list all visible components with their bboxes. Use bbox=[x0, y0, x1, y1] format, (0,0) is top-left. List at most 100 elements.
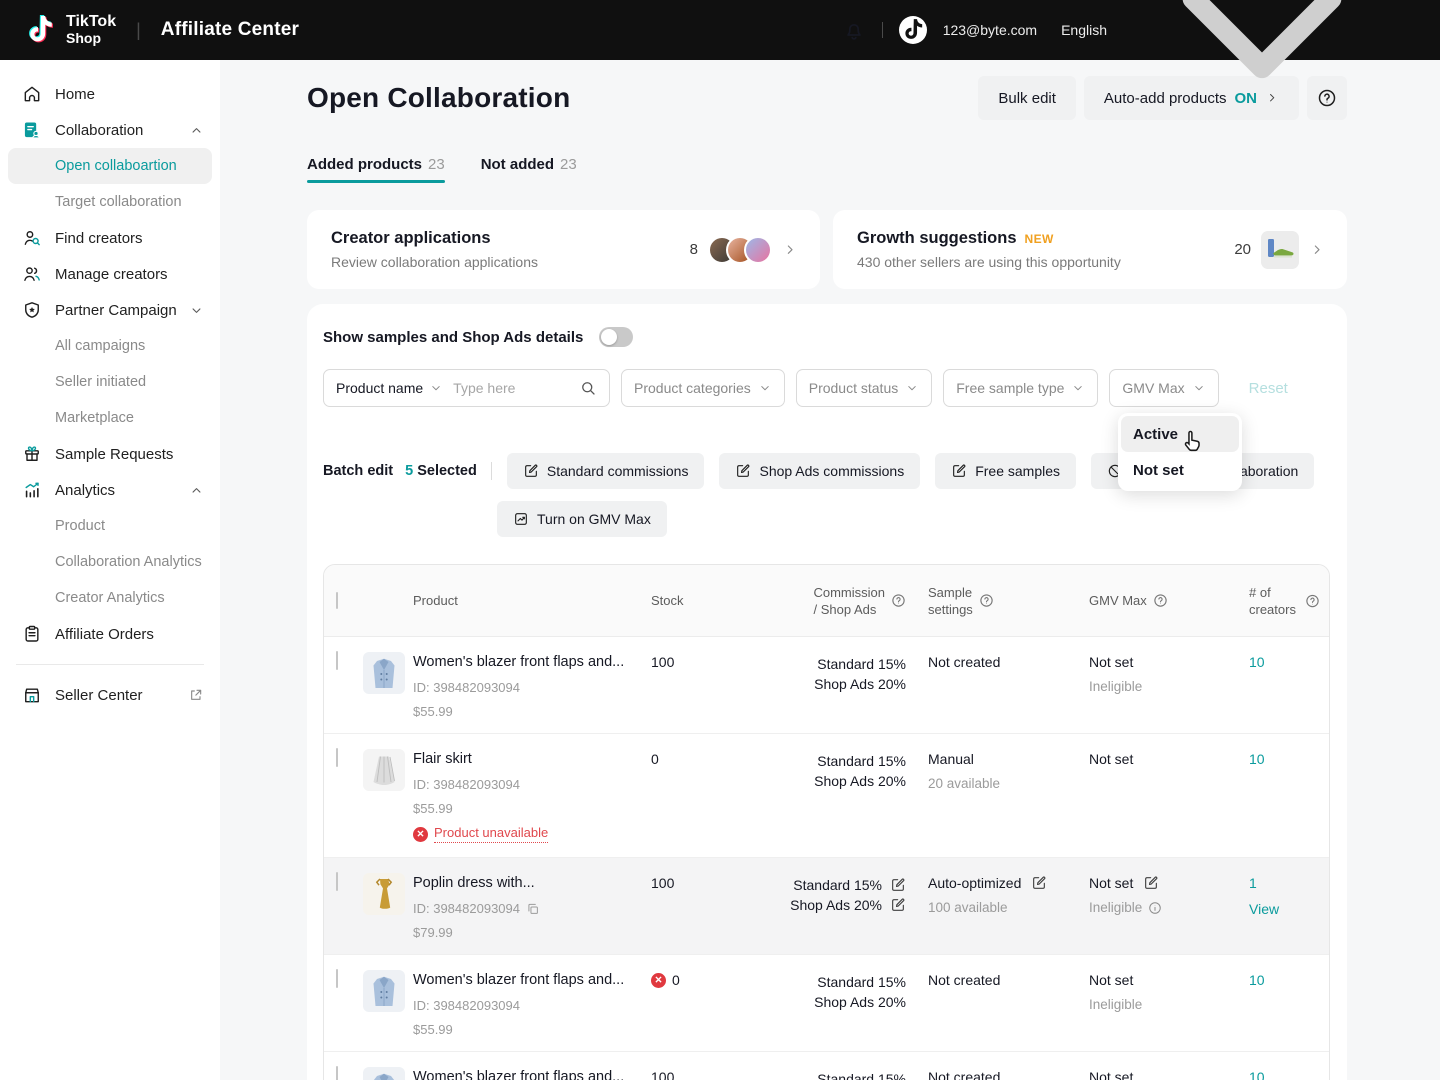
home-icon bbox=[22, 84, 42, 104]
chevron-down-icon bbox=[905, 381, 919, 395]
filter-free-sample-type[interactable]: Free sample type bbox=[943, 369, 1098, 407]
sidebar-item-marketplace[interactable]: Marketplace bbox=[8, 400, 212, 436]
sidebar-item-affiliate-orders[interactable]: Affiliate Orders bbox=[0, 616, 220, 652]
account-email: 123@byte.com bbox=[943, 22, 1037, 38]
sidebar-item-collaboration-analytics[interactable]: Collaboration Analytics bbox=[8, 544, 212, 580]
help-icon[interactable] bbox=[891, 593, 906, 608]
row-checkbox[interactable] bbox=[336, 748, 338, 767]
sidebar-item-manage-creators[interactable]: Manage creators bbox=[0, 256, 220, 292]
creators-count-link[interactable]: 10 bbox=[1249, 972, 1329, 988]
free-samples-button[interactable]: Free samples bbox=[935, 453, 1076, 489]
sidebar-item-seller-center[interactable]: Seller Center bbox=[0, 677, 220, 713]
sidebar-item-partner-campaign[interactable]: Partner Campaign bbox=[0, 292, 220, 328]
edit-icon[interactable] bbox=[890, 897, 906, 913]
error-icon: ✕ bbox=[651, 973, 666, 988]
tab-not-added[interactable]: Not added 23 bbox=[481, 156, 577, 183]
error-icon: ✕ bbox=[413, 827, 428, 842]
col-commission-line2: / Shop Ads bbox=[813, 601, 885, 618]
gmv-sub-text: Ineligible bbox=[1089, 997, 1142, 1012]
help-icon[interactable] bbox=[1153, 593, 1168, 608]
col-sample-line1: Sample bbox=[928, 584, 973, 601]
language-selector[interactable]: English bbox=[1061, 0, 1412, 180]
bell-icon[interactable] bbox=[842, 18, 866, 42]
col-gmv-max: GMV Max bbox=[1089, 592, 1249, 609]
help-icon[interactable] bbox=[1305, 593, 1320, 608]
button-label: Shop Ads commissions bbox=[759, 463, 904, 479]
growth-suggestions-card[interactable]: Growth suggestionsNEW 430 other sellers … bbox=[833, 210, 1347, 289]
search-icon[interactable] bbox=[579, 379, 597, 397]
standard-commissions-button[interactable]: Standard commissions bbox=[507, 453, 705, 489]
sidebar-item-target-collaboration[interactable]: Target collaboration bbox=[8, 184, 212, 220]
stock-cell: 100 bbox=[651, 652, 781, 670]
stock-value: 100 bbox=[651, 654, 674, 670]
creators-count-link[interactable]: 10 bbox=[1249, 1069, 1329, 1080]
row-checkbox[interactable] bbox=[336, 651, 338, 670]
commission-value: Standard 15% bbox=[817, 751, 906, 771]
creators-count-link[interactable]: 1 bbox=[1249, 875, 1329, 891]
commission-cell: Standard 15%Shop Ads 20% bbox=[781, 970, 906, 1012]
commission-cell: Standard 15%Shop Ads 20% bbox=[781, 652, 906, 694]
product-thumbnail bbox=[363, 873, 413, 915]
table-row: Poplin dress with...ID: 398482093094$79.… bbox=[324, 858, 1329, 955]
sidebar-item-collaboration[interactable]: Collaboration bbox=[0, 112, 220, 148]
sidebar-item-home[interactable]: Home bbox=[0, 76, 220, 112]
product-cell: Flair skirtID: 398482093094$55.99✕Produc… bbox=[413, 749, 651, 843]
filter-gmv-max[interactable]: GMV Max bbox=[1109, 369, 1218, 407]
page-title: Open Collaboration bbox=[307, 82, 570, 114]
product-name-select[interactable]: Product name bbox=[336, 380, 423, 396]
sidebar-item-label: Seller Center bbox=[55, 687, 143, 704]
filter-label: GMV Max bbox=[1122, 380, 1184, 396]
unavailable-label[interactable]: Product unavailable bbox=[434, 825, 548, 843]
edit-icon[interactable] bbox=[890, 877, 906, 893]
avatar[interactable] bbox=[899, 16, 927, 44]
gmv-value: Not set bbox=[1089, 751, 1133, 767]
sidebar-item-all-campaigns[interactable]: All campaigns bbox=[8, 328, 212, 364]
stock-value: 100 bbox=[651, 1069, 674, 1080]
row-checkbox[interactable] bbox=[336, 1066, 338, 1080]
creator-applications-card[interactable]: Creator applications Review collaboratio… bbox=[307, 210, 820, 289]
gmv-sub-value: Ineligible bbox=[1089, 679, 1249, 694]
shop-ads-commissions-button[interactable]: Shop Ads commissions bbox=[719, 453, 920, 489]
edit-icon[interactable] bbox=[1031, 875, 1047, 891]
brand-line2: Shop bbox=[66, 31, 116, 46]
tab-added-products[interactable]: Added products23 bbox=[307, 156, 445, 183]
gmv-sub-text: Ineligible bbox=[1089, 679, 1142, 694]
gmv-option-not-set[interactable]: Not set bbox=[1121, 452, 1239, 488]
tab-label: Not added bbox=[481, 156, 554, 173]
sidebar-item-seller-initiated[interactable]: Seller initiated bbox=[8, 364, 212, 400]
edit-icon[interactable] bbox=[1143, 875, 1159, 891]
show-samples-toggle[interactable] bbox=[599, 327, 633, 347]
turn-on-gmv-max-button[interactable]: Turn on GMV Max bbox=[497, 501, 667, 537]
reset-filters-button[interactable]: Reset bbox=[1249, 380, 1288, 397]
select-all-checkbox[interactable] bbox=[336, 592, 338, 609]
chevron-down-icon bbox=[1071, 381, 1085, 395]
filter-product-categories[interactable]: Product categories bbox=[621, 369, 785, 407]
copy-icon[interactable] bbox=[526, 902, 540, 916]
creators-count-link[interactable]: 10 bbox=[1249, 654, 1329, 670]
creators-count-link[interactable]: 10 bbox=[1249, 751, 1329, 767]
row-checkbox[interactable] bbox=[336, 872, 338, 891]
sidebar-item-sample-requests[interactable]: Sample Requests bbox=[0, 436, 220, 472]
table-row: Women's blazer front flaps and...ID: 398… bbox=[324, 637, 1329, 734]
filter-product-status[interactable]: Product status bbox=[796, 369, 933, 407]
product-name: Women's blazer front flaps and... bbox=[413, 970, 651, 988]
sidebar-item-find-creators[interactable]: Find creators bbox=[0, 220, 220, 256]
sidebar-item-product[interactable]: Product bbox=[8, 508, 212, 544]
growth-product-thumbnail bbox=[1261, 231, 1299, 269]
row-checkbox[interactable] bbox=[336, 969, 338, 988]
creators-cell: 10 bbox=[1249, 652, 1329, 670]
tab-count: 23 bbox=[560, 156, 577, 173]
gmv-option-active[interactable]: Active bbox=[1121, 416, 1239, 452]
help-icon[interactable] bbox=[979, 593, 994, 608]
view-link[interactable]: View bbox=[1249, 901, 1329, 917]
sidebar-item-open-collaboartion[interactable]: Open collaboartion bbox=[8, 148, 212, 184]
product-thumbnail bbox=[363, 970, 413, 1012]
product-id-text: ID: 398482093094 bbox=[413, 777, 520, 792]
chevron-right-icon bbox=[1309, 242, 1325, 258]
info-icon[interactable] bbox=[1148, 901, 1162, 915]
sidebar-item-analytics[interactable]: Analytics bbox=[0, 472, 220, 508]
sidebar-item-creator-analytics[interactable]: Creator Analytics bbox=[8, 580, 212, 616]
sidebar-item-label: Manage creators bbox=[55, 266, 168, 283]
search-input[interactable] bbox=[453, 380, 579, 396]
edit-icon bbox=[951, 463, 967, 479]
